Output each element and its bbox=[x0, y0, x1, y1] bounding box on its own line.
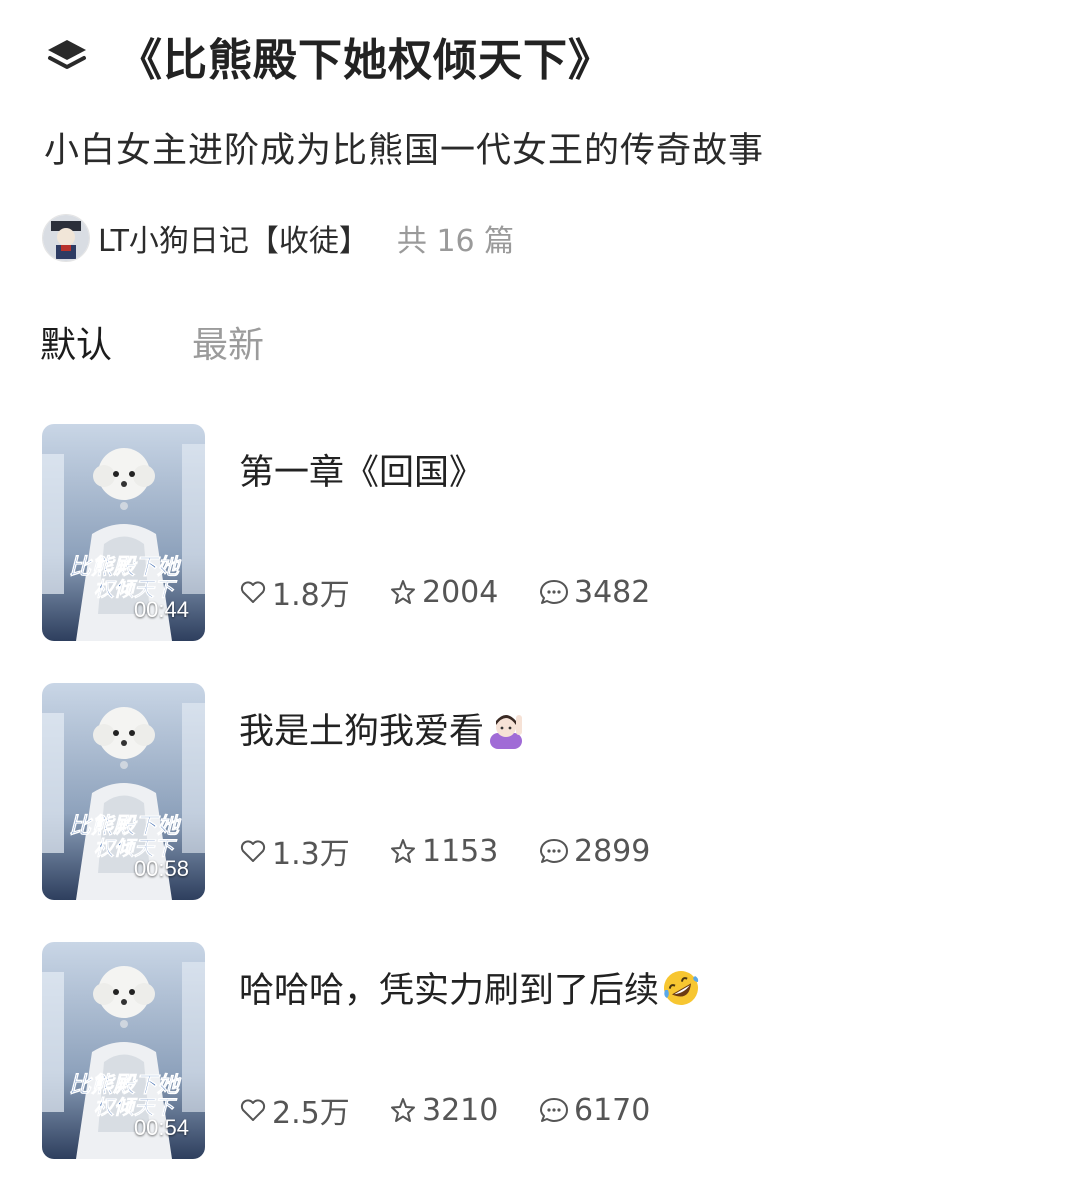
collection-header: 《比熊殿下她权倾天下》 bbox=[44, 18, 613, 94]
star-icon bbox=[391, 839, 415, 863]
author-row[interactable]: LT小狗日记【收徒】 共 16 篇 bbox=[42, 210, 514, 266]
favorite-count: 2004 bbox=[422, 574, 499, 610]
thumbnail-caption: 比熊殿下她 bbox=[69, 1072, 182, 1097]
comment-icon bbox=[540, 1098, 568, 1122]
like-stat[interactable]: 2.5万 bbox=[238, 1088, 388, 1132]
star-icon bbox=[391, 1098, 415, 1122]
episode-stats: 2.5万 3210 6170 bbox=[238, 1088, 688, 1132]
tab-default[interactable]: 默认 bbox=[40, 316, 112, 368]
comment-stat[interactable]: 3482 bbox=[538, 575, 688, 610]
heart-icon bbox=[240, 1099, 266, 1121]
like-count: 1.3万 bbox=[272, 837, 350, 872]
sort-tabs: 默认 最新 bbox=[40, 312, 344, 372]
video-duration: 00:54 bbox=[133, 1115, 189, 1140]
episode-item[interactable]: 比熊殿下她 权倾天下 00:44 第一章《回国》 1.8万 2004 3482 bbox=[42, 424, 1042, 641]
comment-count: 2899 bbox=[574, 833, 651, 869]
episode-title[interactable]: 我是土狗我爱看 bbox=[239, 703, 526, 754]
episode-stats: 1.8万 2004 3482 bbox=[238, 570, 688, 614]
favorite-stat[interactable]: 1153 bbox=[388, 834, 538, 869]
episode-count: 共 16 篇 bbox=[396, 224, 515, 259]
favorite-stat[interactable]: 2004 bbox=[388, 575, 538, 610]
like-count: 2.5万 bbox=[272, 1096, 350, 1131]
person-raising-hand-emoji-icon bbox=[486, 709, 526, 749]
episode-thumbnail[interactable]: 比熊殿下她 权倾天下 00:58 bbox=[42, 683, 205, 900]
star-icon bbox=[391, 580, 415, 604]
video-duration: 00:58 bbox=[133, 856, 189, 881]
favorite-stat[interactable]: 3210 bbox=[388, 1093, 538, 1128]
collection-title: 《比熊殿下她权倾天下》 bbox=[118, 35, 613, 86]
episode-thumbnail[interactable]: 比熊殿下她 权倾天下 00:54 bbox=[42, 942, 205, 1159]
rolling-on-floor-laughing-emoji-icon bbox=[661, 968, 701, 1008]
author-name[interactable]: LT小狗日记【收徒】 bbox=[98, 216, 369, 260]
heart-icon bbox=[240, 840, 266, 862]
episode-title-text: 第一章《回国》 bbox=[239, 453, 485, 493]
episode-item[interactable]: 比熊殿下她 权倾天下 00:54 哈哈哈，凭实力刷到了后续 2.5万 3210 … bbox=[42, 942, 1042, 1159]
episode-item[interactable]: 比熊殿下她 权倾天下 00:58 我是土狗我爱看 1.3万 1153 2899 bbox=[42, 683, 1042, 900]
episode-title-text: 哈哈哈，凭实力刷到了后续 bbox=[239, 971, 660, 1011]
comment-icon bbox=[540, 839, 568, 863]
author-avatar[interactable] bbox=[42, 214, 90, 262]
like-stat[interactable]: 1.8万 bbox=[238, 570, 388, 614]
comment-count: 6170 bbox=[574, 1092, 651, 1128]
like-count: 1.8万 bbox=[272, 578, 350, 613]
heart-icon bbox=[240, 581, 266, 603]
favorite-count: 3210 bbox=[422, 1092, 499, 1128]
episode-stats: 1.3万 1153 2899 bbox=[238, 829, 688, 873]
comment-stat[interactable]: 6170 bbox=[538, 1093, 688, 1128]
episode-thumbnail[interactable]: 比熊殿下她 权倾天下 00:44 bbox=[42, 424, 205, 641]
layers-icon bbox=[44, 33, 90, 79]
comment-icon bbox=[540, 580, 568, 604]
episode-list: 比熊殿下她 权倾天下 00:44 第一章《回国》 1.8万 2004 3482 … bbox=[42, 424, 1042, 1201]
thumbnail-caption: 比熊殿下她 bbox=[69, 554, 182, 579]
tab-latest[interactable]: 最新 bbox=[192, 316, 264, 368]
comment-count: 3482 bbox=[574, 574, 651, 610]
comment-stat[interactable]: 2899 bbox=[538, 834, 688, 869]
episode-title[interactable]: 哈哈哈，凭实力刷到了后续 bbox=[239, 962, 701, 1013]
episode-title[interactable]: 第一章《回国》 bbox=[239, 444, 484, 495]
collection-description: 小白女主进阶成为比熊国一代女王的传奇故事 bbox=[44, 131, 765, 171]
favorite-count: 1153 bbox=[422, 833, 499, 869]
episode-title-text: 我是土狗我爱看 bbox=[239, 712, 485, 752]
like-stat[interactable]: 1.3万 bbox=[238, 829, 388, 873]
thumbnail-caption: 比熊殿下她 bbox=[69, 813, 182, 838]
video-duration: 00:44 bbox=[133, 597, 189, 622]
